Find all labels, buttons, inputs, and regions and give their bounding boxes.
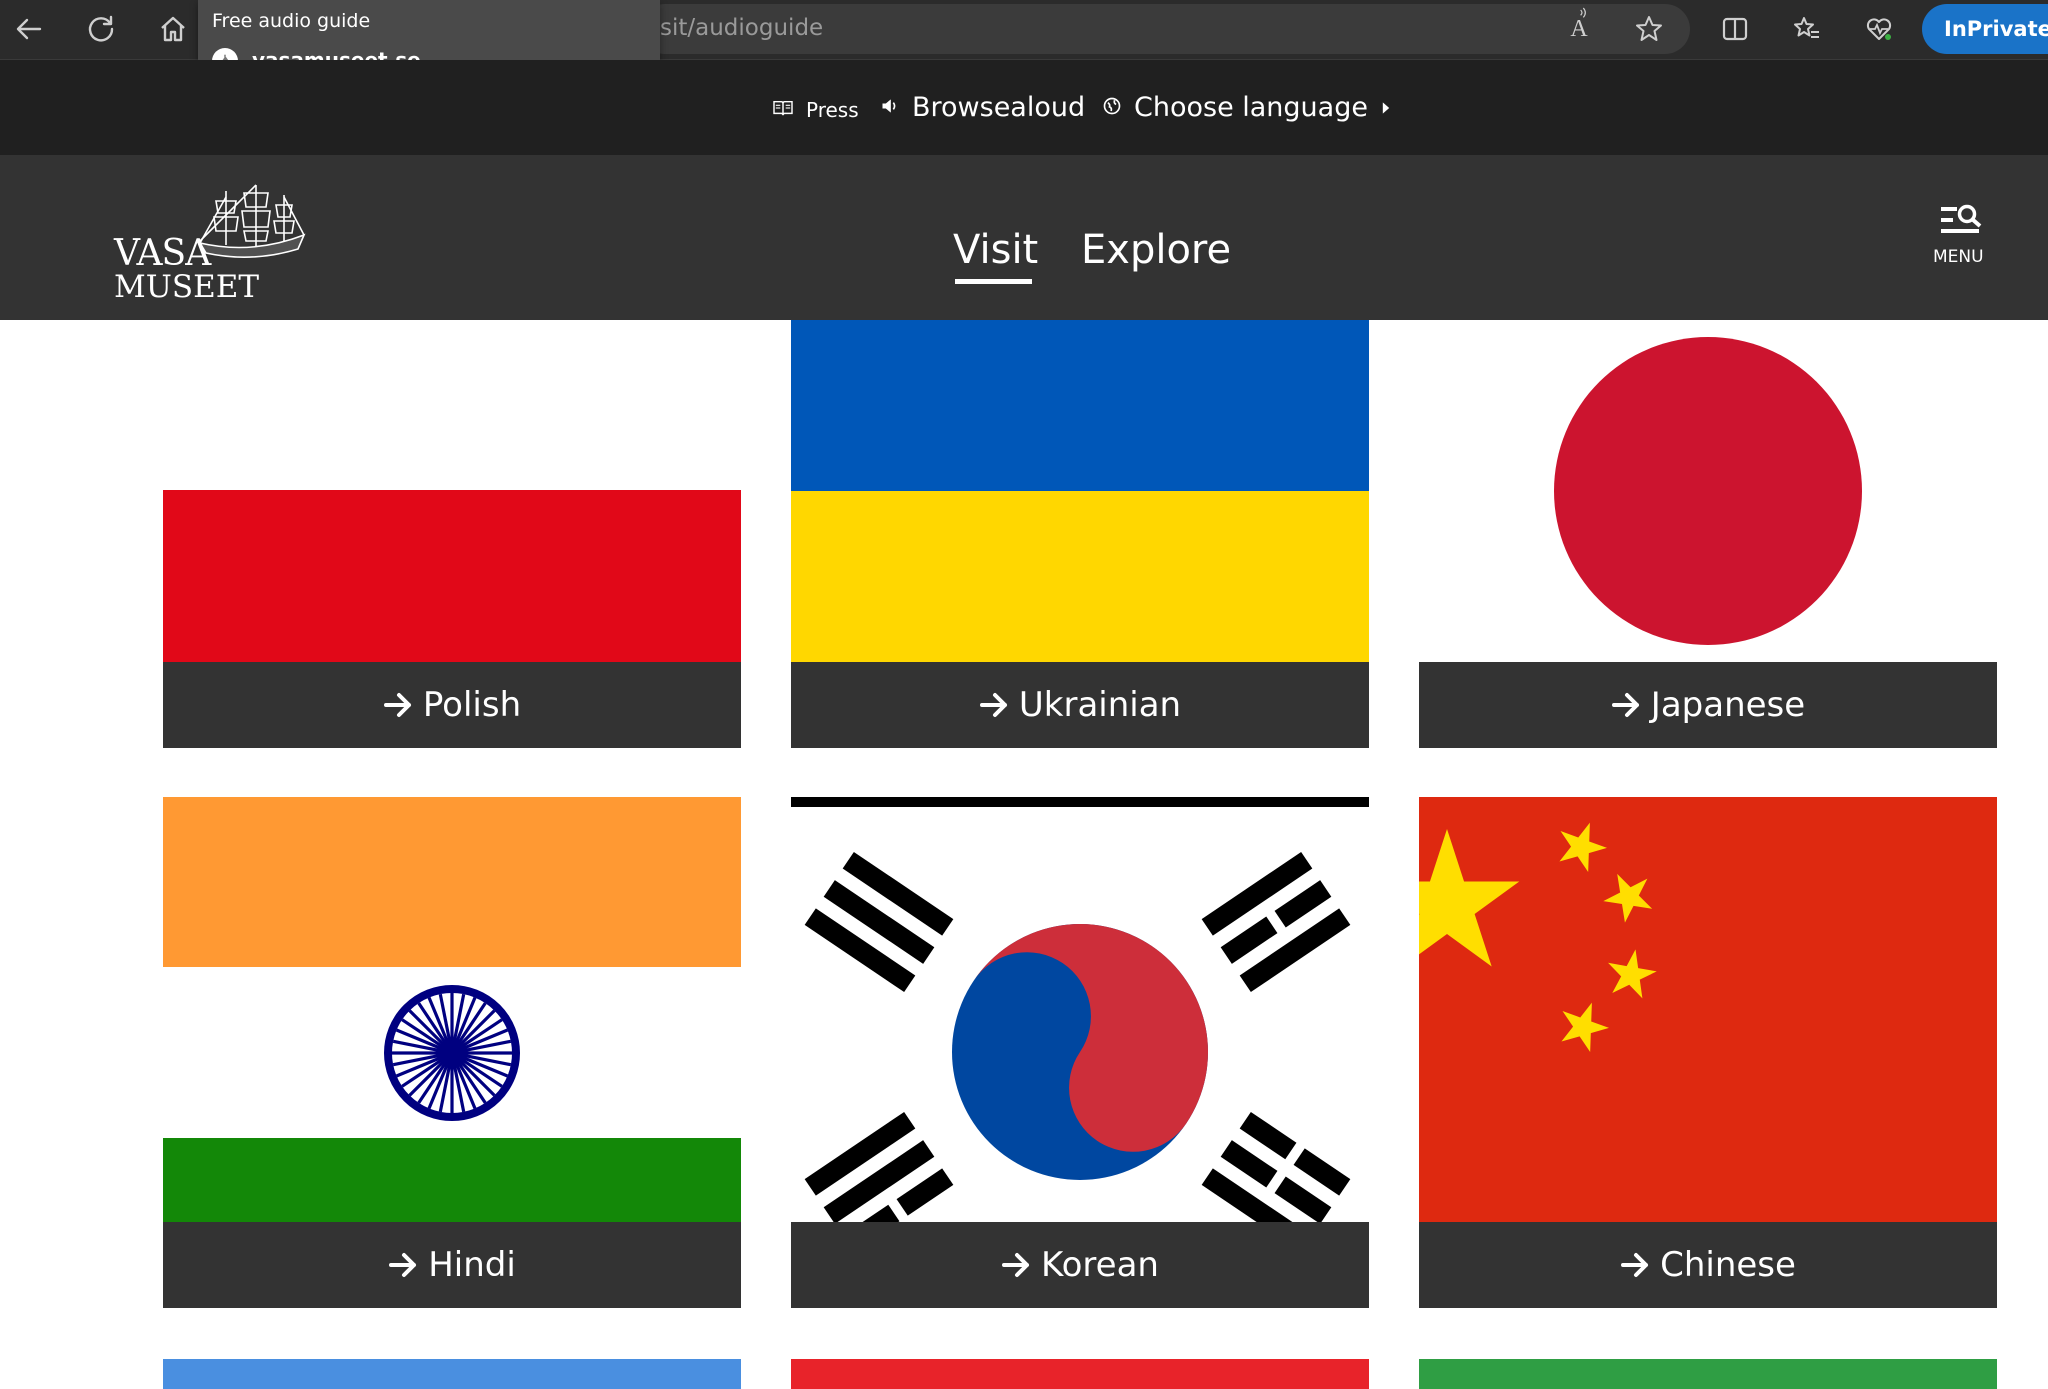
choose-language-dropdown[interactable]: Choose language — [1102, 92, 1390, 123]
press-label: Press — [806, 98, 859, 122]
site-header: VASA MUSEET Visit Explore MENU — [0, 155, 2048, 320]
indian-flag — [163, 797, 741, 1222]
arrow-right-icon — [1611, 690, 1641, 720]
hindi-link[interactable]: Hindi — [163, 1222, 741, 1308]
back-icon[interactable] — [12, 12, 46, 46]
browser-toolbar: sit/audioguide A InPrivate Free audio gu… — [0, 0, 2048, 86]
chinese-label: Chinese — [1660, 1245, 1796, 1285]
inprivate-label: InPrivate — [1944, 17, 2048, 41]
arrow-right-icon — [1001, 1250, 1031, 1280]
japanese-flag — [1419, 320, 1997, 662]
address-text: sit/audioguide — [660, 15, 824, 41]
korean-label: Korean — [1041, 1245, 1159, 1285]
menu-button[interactable]: MENU — [1925, 203, 1991, 273]
browsealoud-label: Browsealoud — [912, 92, 1086, 123]
partial-flag-green[interactable] — [1419, 1359, 1997, 1389]
nav-explore[interactable]: Explore — [1081, 227, 1231, 273]
language-card-polish[interactable]: Polish — [163, 320, 741, 748]
browsealoud-link[interactable]: Browsealoud — [880, 92, 1085, 123]
korean-flag — [791, 797, 1369, 1222]
favorites-icon[interactable] — [1790, 12, 1824, 46]
language-card-japanese[interactable]: Japanese — [1419, 320, 1997, 748]
refresh-icon[interactable] — [84, 12, 118, 46]
choose-language-label: Choose language — [1134, 92, 1368, 123]
polish-flag — [163, 320, 741, 662]
globe-icon — [1102, 92, 1122, 123]
speaker-icon — [880, 92, 900, 123]
ukrainian-link[interactable]: Ukrainian — [791, 662, 1369, 748]
japanese-label: Japanese — [1650, 685, 1806, 725]
utility-bar: Press Browsealoud Choose language — [0, 60, 2048, 155]
japanese-link[interactable]: Japanese — [1419, 662, 1997, 748]
chinese-link[interactable]: Chinese — [1419, 1222, 1997, 1308]
favorite-star-icon[interactable] — [1632, 12, 1666, 46]
home-icon[interactable] — [156, 12, 190, 46]
language-card-ukrainian[interactable]: Ukrainian — [791, 320, 1369, 748]
polish-link[interactable]: Polish — [163, 662, 741, 748]
logo-text-vasa: VASA — [114, 233, 211, 274]
caret-right-icon — [1382, 101, 1390, 115]
press-icon — [772, 98, 794, 122]
split-screen-icon[interactable] — [1718, 12, 1752, 46]
arrow-right-icon — [979, 690, 1009, 720]
arrow-right-icon — [383, 690, 413, 720]
korean-link[interactable]: Korean — [791, 1222, 1369, 1308]
menu-search-icon — [1941, 204, 1982, 233]
arrow-right-icon — [1620, 1250, 1650, 1280]
ukrainian-flag — [791, 320, 1369, 662]
chinese-flag — [1419, 797, 1997, 1222]
partial-flag-blue[interactable] — [163, 1359, 741, 1389]
arrow-right-icon — [388, 1250, 418, 1280]
nav-visit[interactable]: Visit — [953, 227, 1038, 273]
ashoka-chakra-icon — [384, 985, 520, 1121]
language-card-hindi[interactable]: Hindi — [163, 797, 741, 1309]
address-bar[interactable]: sit/audioguide A — [640, 4, 1690, 54]
logo-text-museet: MUSEET — [114, 269, 260, 305]
partial-flag-red[interactable] — [791, 1359, 1369, 1389]
polish-label: Polish — [422, 685, 522, 725]
ukrainian-label: Ukrainian — [1018, 685, 1182, 725]
nav-active-underline — [955, 279, 1032, 284]
press-link[interactable]: Press — [772, 98, 859, 122]
language-card-chinese[interactable]: Chinese — [1419, 797, 1997, 1309]
inprivate-button[interactable]: InPrivate — [1922, 4, 2048, 54]
menu-label: MENU — [1933, 247, 1984, 267]
language-card-korean[interactable]: Korean — [791, 797, 1369, 1309]
vasamuseet-logo[interactable]: VASA MUSEET — [112, 183, 312, 305]
read-aloud-icon[interactable]: A — [1562, 7, 1596, 46]
browser-essentials-icon[interactable] — [1862, 12, 1896, 46]
hindi-label: Hindi — [428, 1245, 516, 1285]
tooltip-title: Free audio guide — [212, 10, 371, 32]
